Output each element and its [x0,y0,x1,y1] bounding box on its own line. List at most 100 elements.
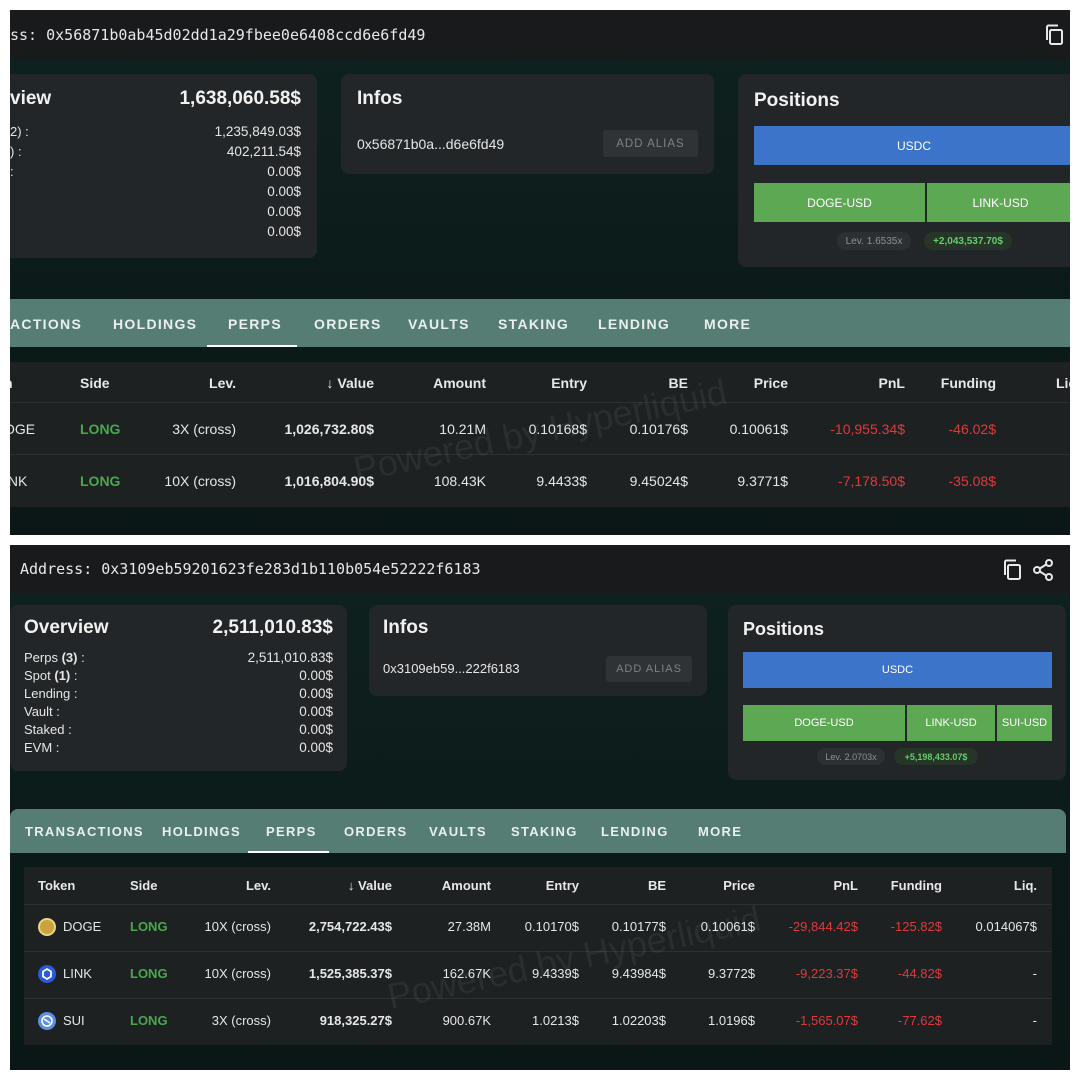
watermark: Powered by Hyperliquid [383,897,765,1018]
overview-row-suffix: : [77,650,85,665]
col-header-price: Price [723,878,755,893]
address-bar: Address: 0x3109eb59201623fe283d1b110b054… [10,545,1070,593]
overview-row-count: (1) [54,668,71,683]
tab-more[interactable]: MORE [704,316,751,332]
overview-row-label: ) : [10,144,22,159]
col-header-token: Token [38,878,76,893]
tab-orders[interactable]: ORDERS [314,316,382,332]
tab-lending[interactable]: LENDING [598,316,670,332]
tab-transactions[interactable]: TRANSACTIONS [25,824,144,839]
tab-bar: TRANSACTIONS HOLDINGS PERPS ORDERS VAULT… [10,809,1066,853]
cell-pnl: -9,223.37$ [795,966,858,981]
tab-bar: ACTIONS HOLDINGS PERPS ORDERS VAULTS STA… [10,299,1070,347]
infos-title: Infos [383,617,429,638]
tab-staking[interactable]: STAKING [498,316,569,332]
position-bar-link[interactable]: LINK-USD [927,183,1070,222]
col-header-liq: Lic [1056,375,1070,391]
row-separator [24,998,1052,999]
tab-staking[interactable]: STAKING [511,824,578,839]
cell-entry: 9.4433$ [536,473,587,489]
leverage-value: 2.0703x [844,751,877,762]
overview-row-value: 0.00$ [267,224,301,239]
col-header-value[interactable]: ↓ Value [348,878,392,893]
col-header-pnl: PnL [878,375,905,391]
col-header-value[interactable]: ↓ Value [327,375,374,391]
position-bar-sui[interactable]: SUI-USD [997,705,1052,741]
leverage-value: 1.6535x [866,235,903,247]
overview-card: Overview 2,511,010.83$ Perps (3) : 2,511… [10,605,347,771]
overview-row-label: Vault : [24,704,60,719]
position-bar-link[interactable]: LINK-USD [907,705,995,741]
tab-perps[interactable]: PERPS [228,316,282,332]
tab-lending[interactable]: LENDING [601,824,669,839]
tab-holdings[interactable]: HOLDINGS [162,824,241,839]
position-bar-doge[interactable]: DOGE-USD [754,183,925,222]
col-header-amount: Amount [433,375,486,391]
overview-title: view [10,88,52,109]
tab-vaults[interactable]: VAULTS [408,316,470,332]
overview-row-label: EVM : [24,740,60,755]
overview-row-value: 0.00$ [267,204,301,219]
overview-row-value: 0.00$ [267,164,301,179]
cell-pnl: -1,565.07$ [795,1013,858,1028]
cell-be: 9.43984$ [611,966,666,981]
copy-icon[interactable] [1000,557,1026,583]
overview-row-value: 0.00$ [299,722,333,737]
cell-be: 9.45024$ [629,473,688,489]
address-text: ss: 0x56871b0ab45d02dd1a29fbee0e6408ccd6… [10,26,426,44]
positions-title: Positions [743,619,825,639]
cell-pnl: -7,178.50$ [838,473,905,489]
overview-row-label: Lending : [24,686,78,701]
cell-be: 0.10177$ [611,919,666,934]
row-separator [10,454,1070,455]
tab-more[interactable]: MORE [698,824,742,839]
infos-title: Infos [357,88,403,109]
position-bar-usdc[interactable]: USDC [754,126,1070,165]
active-tab-indicator [248,851,329,853]
positions-card: Positions USDC DOGE-USD LINK-USD SUI-USD… [728,605,1066,780]
infos-card: Infos 0x56871b0a...d6e6fd49 ADD ALIAS [341,74,714,174]
cell-amount: 900.67K [442,1013,491,1028]
add-alias-button[interactable]: ADD ALIAS [603,130,698,157]
add-alias-button[interactable]: ADD ALIAS [606,656,692,682]
copy-icon[interactable] [1042,22,1068,48]
leverage-label: Lev. [825,751,842,762]
cell-funding: -77.62$ [897,1013,942,1028]
cell-funding: -46.02$ [948,421,996,437]
cell-liq: - [1032,966,1037,981]
pnl-chip: +5,198,433.07$ [894,748,978,765]
cell-be: 1.02203$ [611,1013,666,1028]
cell-side: LONG [130,919,168,934]
tab-orders[interactable]: ORDERS [344,824,407,839]
cell-token: OGE [10,421,36,437]
overview-total: 2,511,010.83$ [212,617,333,638]
tab-perps[interactable]: PERPS [266,824,317,839]
row-separator [24,904,1052,905]
tab-transactions[interactable]: ACTIONS [10,316,82,332]
cell-lev: 10X (cross) [164,473,236,489]
col-header-price: Price [753,375,788,391]
position-bar-doge[interactable]: DOGE-USD [743,705,905,741]
row-separator [10,402,1070,403]
cell-funding: -44.82$ [897,966,942,981]
tab-vaults[interactable]: VAULTS [429,824,487,839]
col-header-token: n [10,375,13,391]
col-header-entry: Entry [545,878,579,893]
cell-token: SUI [63,1013,85,1028]
address-label: Address: [20,560,93,578]
overview-row-label: Perps [24,650,58,665]
cell-entry: 0.10168$ [528,421,587,437]
cell-token: INK [10,473,28,489]
overview-row-value: 0.00$ [299,704,333,719]
cell-entry: 1.0213$ [532,1013,579,1028]
overview-total: 1,638,060.58$ [179,88,301,109]
cell-amount: 27.38M [447,919,491,934]
cell-value: 1,016,804.90$ [284,473,374,489]
share-icon[interactable] [1030,557,1056,583]
cell-side: LONG [130,1013,168,1028]
cell-lev: 3X (cross) [172,421,236,437]
leverage-chip: Lev. 2.0703x [817,748,885,765]
position-bar-usdc[interactable]: USDC [743,652,1052,688]
tab-holdings[interactable]: HOLDINGS [113,316,197,332]
address-bar: ss: 0x56871b0ab45d02dd1a29fbee0e6408ccd6… [10,10,1070,60]
